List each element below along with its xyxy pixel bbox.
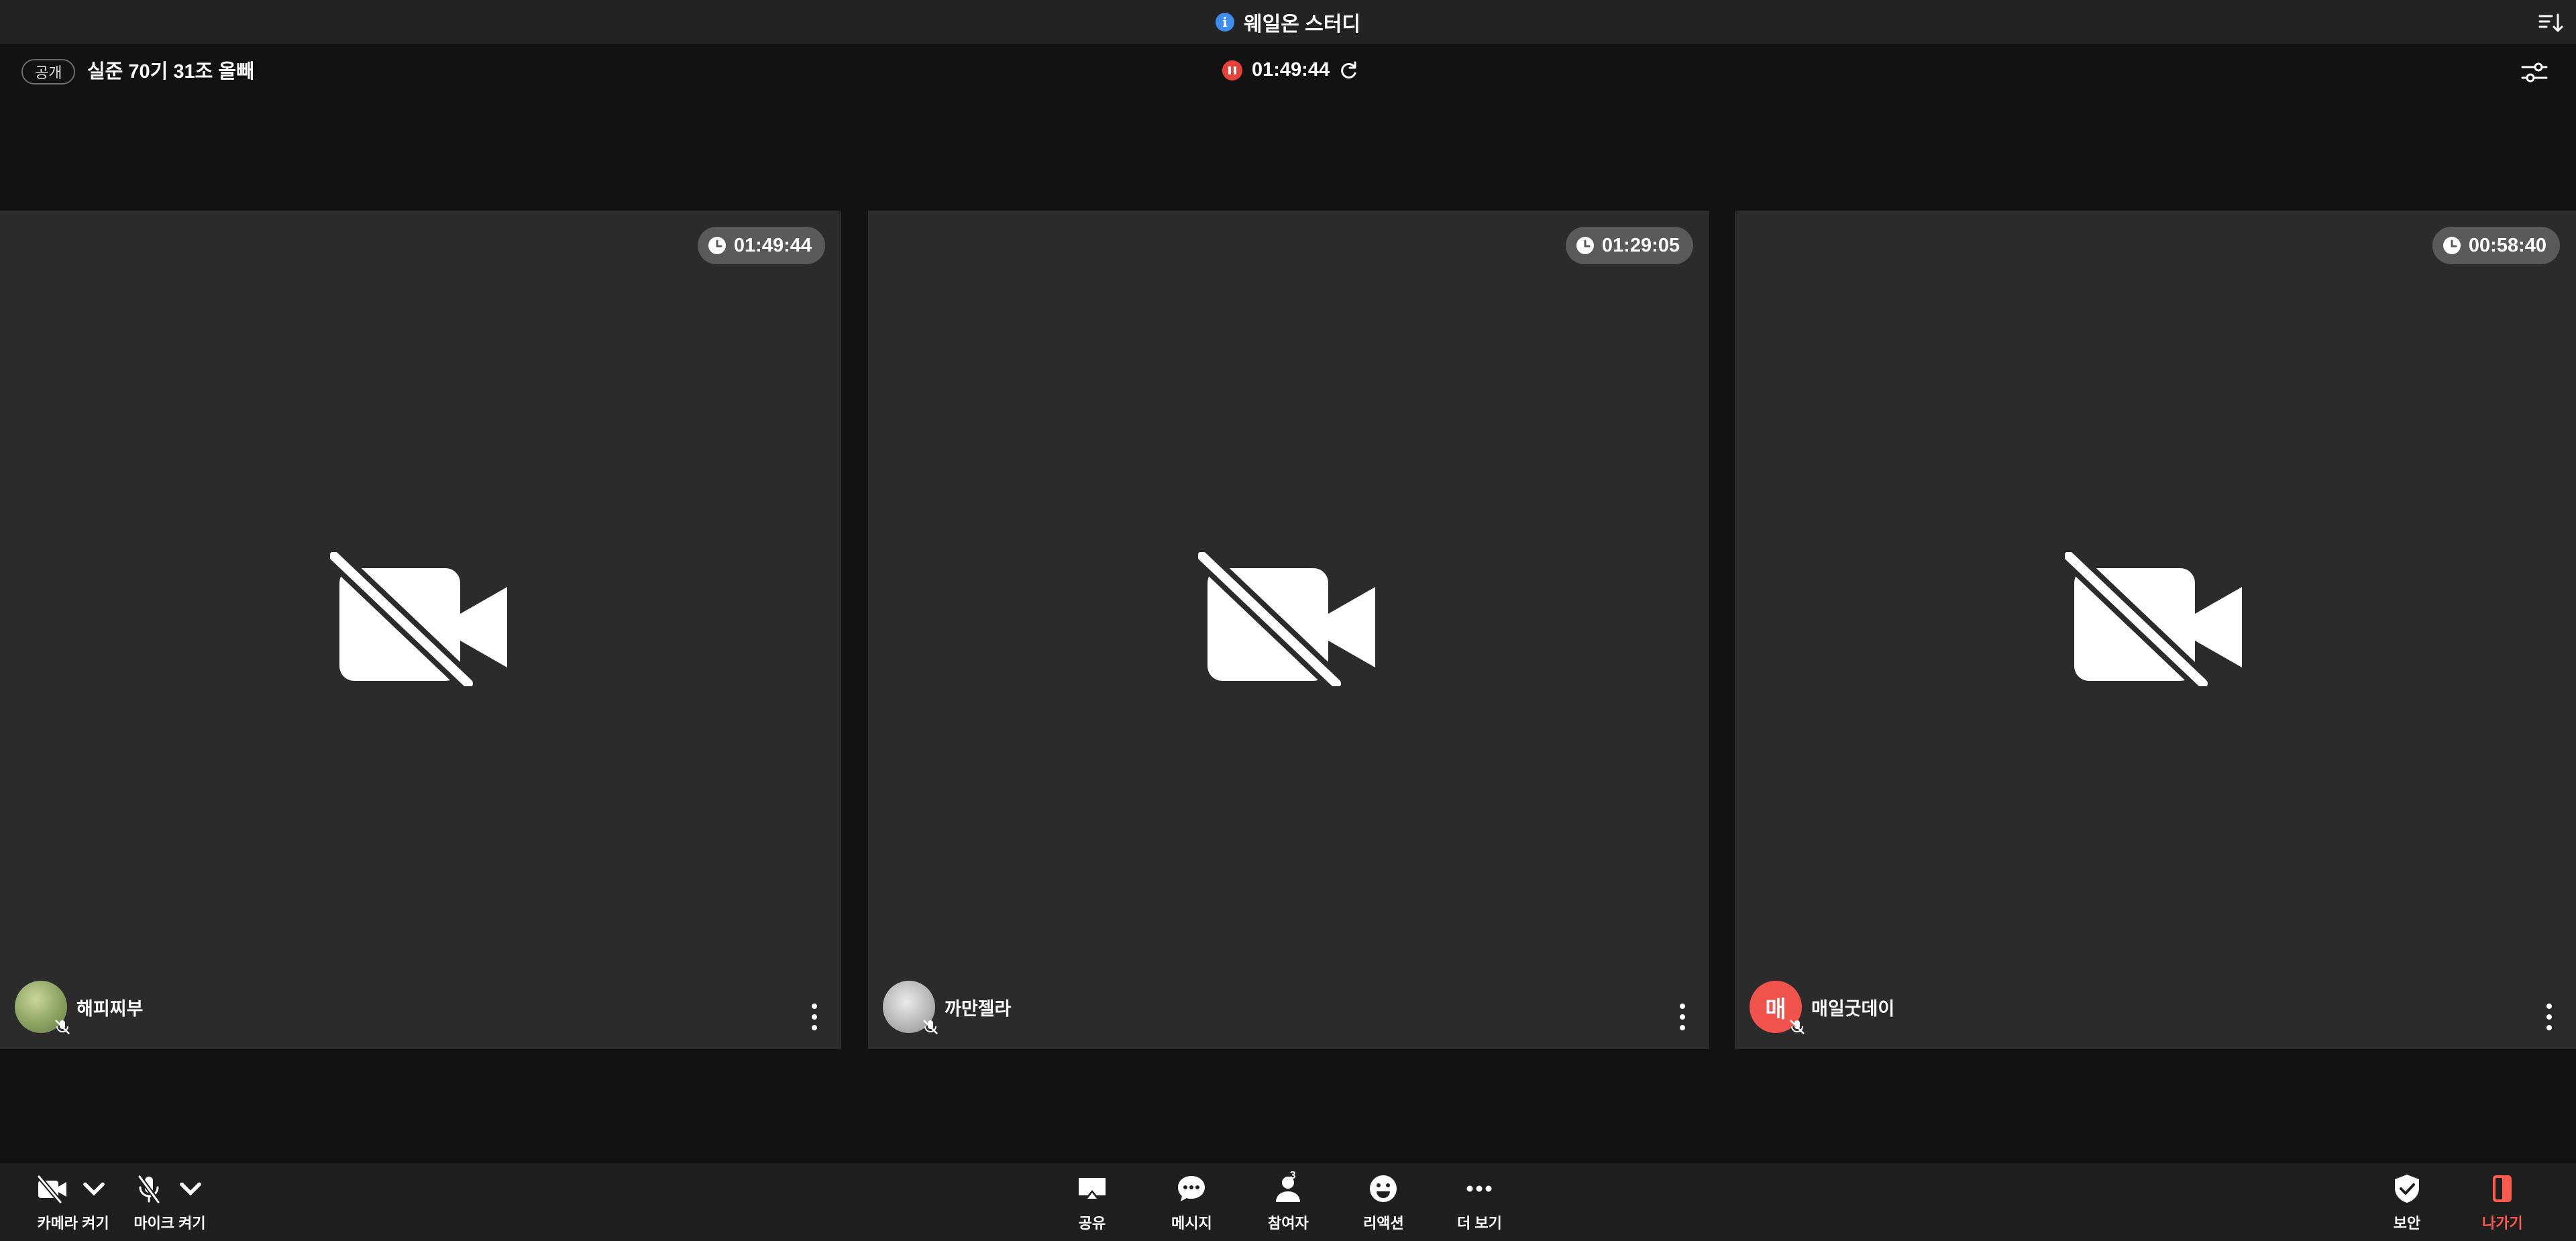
reaction-label: 리액션 xyxy=(1363,1215,1404,1232)
clock-icon xyxy=(708,237,726,254)
visibility-badge: 공개 xyxy=(21,59,76,85)
participant-timer: 01:29:05 xyxy=(1565,227,1693,264)
window-title-text: 웨일온 스터디 xyxy=(1244,13,1360,36)
shield-check-icon xyxy=(2395,1175,2419,1203)
leave-label: 나가기 xyxy=(2482,1215,2523,1232)
meeting-header: 공개 실준 70기 31조 올빼 01:49:44 xyxy=(0,44,2576,98)
bottom-toolbar: 카메라 켜기 마이크 켜기 공유 메시지 3 참여자 리액션 더 보기 보안 나… xyxy=(0,1163,2576,1241)
share-label: 공유 xyxy=(1078,1215,1106,1232)
avatar: 매 xyxy=(1750,981,1805,1034)
camera-off-icon xyxy=(2065,552,2242,686)
sort-list-icon[interactable] xyxy=(2537,9,2564,36)
mic-off-icon xyxy=(923,1020,938,1034)
participants-button[interactable]: 3 참여자 xyxy=(1268,1170,1309,1233)
mic-toggle-label: 마이크 켜기 xyxy=(133,1215,206,1232)
chat-icon xyxy=(1178,1176,1205,1201)
timer-text: 00:58:40 xyxy=(2468,234,2546,256)
participant-timer: 00:58:40 xyxy=(2432,227,2560,264)
clock-icon xyxy=(1576,237,1594,254)
avatar xyxy=(883,981,938,1034)
chevron-down-icon[interactable] xyxy=(174,1173,207,1205)
mic-toggle-button[interactable]: 마이크 켜기 xyxy=(133,1173,207,1233)
window-title: i 웨일온 스터디 xyxy=(1216,7,1360,37)
video-tile[interactable]: 01:49:44 해피찌부 xyxy=(0,211,841,1049)
camera-toggle-button[interactable]: 카메라 켜기 xyxy=(36,1173,110,1233)
participant-info: 해피찌부 xyxy=(15,981,144,1034)
camera-off-icon xyxy=(1198,552,1375,686)
video-tile[interactable]: 00:58:40 매 매일굿데이 xyxy=(1735,211,2576,1049)
chevron-down-icon[interactable] xyxy=(78,1173,110,1205)
participant-timer: 01:49:44 xyxy=(697,227,825,264)
timer-text: 01:29:05 xyxy=(1601,234,1680,256)
info-icon[interactable]: i xyxy=(1216,13,1235,32)
leave-door-icon xyxy=(2493,1175,2512,1202)
camera-toggle-label: 카메라 켜기 xyxy=(37,1215,109,1232)
smile-icon xyxy=(1370,1175,1397,1202)
clock-icon xyxy=(2443,237,2461,254)
participant-name: 해피찌부 xyxy=(76,998,144,1019)
more-label: 더 보기 xyxy=(1457,1215,1502,1232)
avatar-letter: 매 xyxy=(1765,996,1786,1022)
message-label: 메시지 xyxy=(1171,1215,1212,1232)
refresh-icon[interactable] xyxy=(1339,60,1359,80)
avatar xyxy=(15,981,70,1034)
message-button[interactable]: 메시지 xyxy=(1171,1173,1212,1233)
leave-button[interactable]: 나가기 xyxy=(2482,1173,2523,1233)
kebab-menu-icon[interactable] xyxy=(2545,1004,2553,1030)
security-label: 보안 xyxy=(2393,1215,2421,1232)
participants-count: 3 xyxy=(1289,1170,1296,1181)
camera-off-icon xyxy=(330,552,507,686)
participant-name: 까만젤라 xyxy=(945,998,1012,1019)
participant-info: 까만젤라 xyxy=(883,981,1012,1034)
video-tile[interactable]: 01:29:05 까만젤라 xyxy=(868,211,1709,1049)
kebab-menu-icon[interactable] xyxy=(1678,1004,1686,1030)
mic-off-icon xyxy=(55,1020,70,1034)
settings-sliders-icon[interactable] xyxy=(2520,58,2549,87)
kebab-menu-icon[interactable] xyxy=(810,1004,818,1030)
participant-info: 매 매일굿데이 xyxy=(1750,981,1895,1034)
more-dots-icon xyxy=(1466,1185,1492,1192)
timer-text: 01:49:44 xyxy=(733,234,812,256)
more-button[interactable]: 더 보기 xyxy=(1457,1173,1502,1233)
participants-label: 참여자 xyxy=(1268,1215,1309,1232)
recording-status: 01:49:44 xyxy=(1222,59,1359,81)
mic-off-icon xyxy=(138,1175,160,1204)
participant-name: 매일굿데이 xyxy=(1811,998,1895,1019)
meeting-name: 실준 70기 31조 올빼 xyxy=(87,61,254,83)
share-button[interactable]: 공유 xyxy=(1076,1173,1108,1233)
camera-off-icon xyxy=(37,1175,66,1204)
pause-icon[interactable] xyxy=(1222,60,1242,80)
person-icon xyxy=(1276,1177,1301,1202)
title-bar: i 웨일온 스터디 xyxy=(0,0,2576,44)
mic-off-icon xyxy=(1790,1020,1805,1034)
recording-time: 01:49:44 xyxy=(1252,59,1330,80)
share-screen-icon xyxy=(1079,1178,1106,1199)
security-button[interactable]: 보안 xyxy=(2391,1173,2423,1233)
reaction-button[interactable]: 리액션 xyxy=(1363,1173,1404,1233)
